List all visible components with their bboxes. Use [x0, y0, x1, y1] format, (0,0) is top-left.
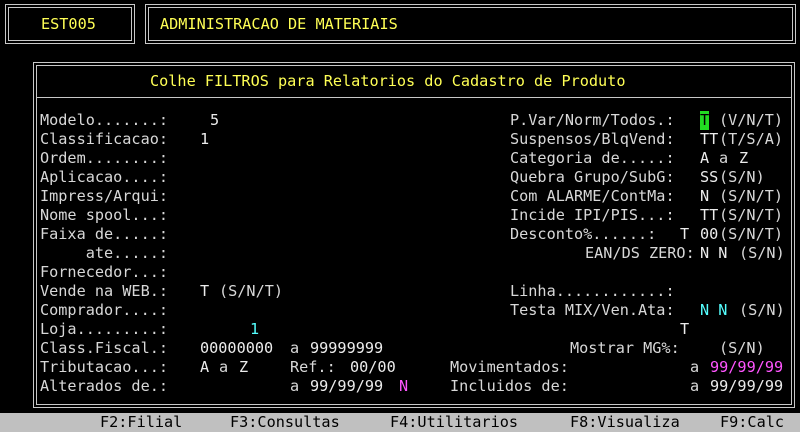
ordem-label: Ordem........: [40, 149, 169, 167]
class-fiscal-a: a [290, 339, 300, 357]
modelo-field[interactable]: 5 [210, 111, 219, 130]
ipi-label: Incide IPI/PIS...: [510, 206, 675, 224]
desconto-label: Desconto%......: [510, 225, 657, 243]
testa-mix-hint: (S/N) [739, 301, 785, 319]
alterados-label: Alterados de.: [40, 377, 169, 395]
class-fiscal-label: Class.Fiscal.: [40, 339, 169, 357]
desconto-field-1[interactable]: T [680, 225, 689, 244]
alarme-hint: (S/N/T) [719, 187, 784, 205]
testa-mix-label: Testa MIX/Ven.Ata: [510, 301, 675, 319]
vende-web-label: Vende na WEB.: [40, 282, 169, 300]
categoria-to-field[interactable]: Z [739, 149, 748, 168]
alterados-flag-field[interactable]: N [399, 377, 408, 396]
vende-web-field[interactable]: T [200, 282, 209, 301]
categoria-a: a [719, 149, 729, 167]
categoria-label: Categoria de.....: [510, 149, 675, 167]
loose-t-field[interactable]: T [680, 320, 689, 339]
movimentados-label: Movimentados: [450, 358, 569, 376]
ipi-hint: (S/N/T) [719, 206, 784, 224]
incluidos-label: Incluidos de: [450, 377, 569, 395]
mostrar-mg-hint: (S/N) [719, 339, 765, 357]
fkey-f9-calc[interactable]: F9:Calc [720, 413, 784, 432]
fkey-f4-utilitarios[interactable]: F4:Utilitarios [390, 413, 518, 432]
ean-label: EAN/DS ZERO: [585, 244, 695, 262]
fornecedor-label: Fornecedor...: [40, 263, 169, 281]
loja-label: Loja.........: [40, 320, 169, 338]
function-key-bar: F2:Filial F3:Consultas F4:Utilitarios F8… [0, 413, 800, 432]
alterados-a: a [290, 377, 300, 395]
tributacao-from-field[interactable]: A [200, 358, 209, 377]
classificacao-field[interactable]: 1 [200, 130, 209, 149]
tributacao-to-field[interactable]: Z [239, 358, 248, 377]
movimentados-a: a [690, 358, 700, 376]
pvar-label: P.Var/Norm/Todos.: [510, 111, 675, 129]
classificacao-label: Classificacao: [40, 130, 169, 148]
alarme-label: Com ALARME/ContMa: [510, 187, 675, 205]
pvar-field[interactable]: T [700, 111, 710, 130]
app-title: ADMINISTRACAO DE MATERIAIS [160, 15, 398, 33]
panel-title: Colhe FILTROS para Relatorios do Cadastr… [150, 72, 626, 90]
quebra-field[interactable]: SS [700, 168, 718, 187]
ipi-field[interactable]: TT [700, 206, 718, 225]
tributacao-a: a [219, 358, 229, 376]
pvar-hint: (V/N/T) [719, 111, 784, 129]
ate-label: ate.....: [40, 244, 169, 262]
faixa-label: Faixa de.....: [40, 225, 169, 243]
fkey-f3-consultas[interactable]: F3:Consultas [230, 413, 340, 432]
suspensos-hint: (T/S/A) [719, 130, 784, 148]
movimentados-date-field[interactable]: 99/99/99 [710, 358, 783, 377]
linha-label: Linha............: [510, 282, 675, 300]
alterados-date-field[interactable]: 99/99/99 [310, 377, 383, 396]
comprador-label: Comprador....: [40, 301, 169, 319]
alarme-field[interactable]: N [700, 187, 709, 206]
ref-label: Ref.: [290, 358, 336, 376]
ean-hint: (S/N) [739, 244, 785, 262]
incluidos-date-field[interactable]: 99/99/99 [710, 377, 783, 396]
nome-spool-label: Nome spool...: [40, 206, 169, 224]
ean-field[interactable]: N N [700, 244, 727, 263]
vende-web-hint: (S/N/T) [219, 282, 284, 300]
suspensos-label: Suspensos/BlqVend: [510, 130, 675, 148]
fkey-f8-visualiza[interactable]: F8:Visualiza [570, 413, 680, 432]
class-fiscal-from-field[interactable]: 00000000 [200, 339, 273, 358]
fkey-f2-filial[interactable]: F2:Filial [100, 413, 182, 432]
incluidos-a: a [690, 377, 700, 395]
class-fiscal-to-field[interactable]: 99999999 [310, 339, 383, 358]
aplicacao-label: Aplicacao....: [40, 168, 169, 186]
panel-title-divider [36, 97, 792, 98]
program-code: EST005 [41, 15, 96, 33]
loja-field[interactable]: 1 [250, 320, 259, 339]
desconto-field-2[interactable]: 00 [700, 225, 718, 244]
impress-label: Impress/Arqui: [40, 187, 169, 205]
categoria-from-field[interactable]: A [700, 149, 709, 168]
tributacao-label: Tributacao...: [40, 358, 169, 376]
testa-mix-field[interactable]: N N [700, 301, 727, 320]
quebra-hint: (S/N) [719, 168, 765, 186]
quebra-label: Quebra Grupo/SubG: [510, 168, 675, 186]
desconto-hint: (S/N/T) [719, 225, 784, 243]
suspensos-field[interactable]: TT [700, 130, 718, 149]
mostrar-mg-label: Mostrar MG%: [570, 339, 680, 357]
ref-field[interactable]: 00/00 [350, 358, 396, 377]
modelo-label: Modelo.......: [40, 111, 169, 129]
